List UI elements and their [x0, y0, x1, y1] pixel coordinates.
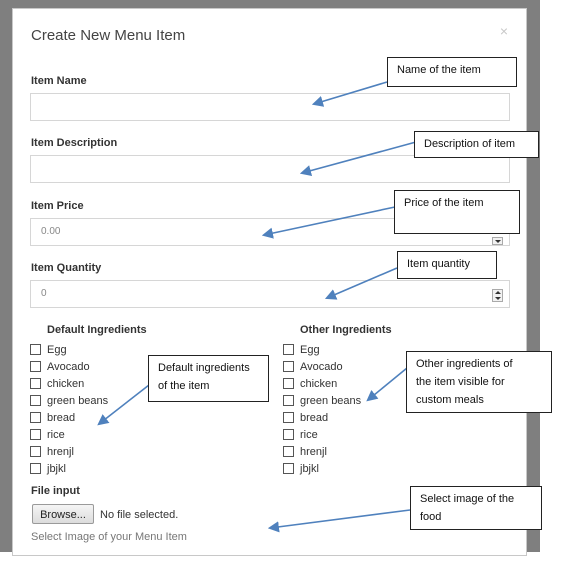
other-ingredient-row[interactable]: Avocado	[283, 359, 343, 374]
callout-image: Select image of the food	[410, 486, 542, 530]
item-name-input[interactable]	[30, 93, 510, 121]
other-ingredient-label: Avocado	[300, 360, 343, 373]
other-ingredients-heading: Other Ingredients	[300, 324, 392, 336]
default-ingredient-label: Avocado	[47, 360, 90, 373]
other-ingredient-row[interactable]: green beans	[283, 393, 361, 408]
create-menu-item-modal: Create New Menu Item × Item Name Item De…	[12, 8, 527, 556]
other-ingredient-checkbox[interactable]	[283, 344, 294, 355]
callout-other-line-1: Other ingredients of	[416, 358, 513, 370]
default-ingredients-heading: Default Ingredients	[47, 324, 147, 336]
other-ingredient-label: bread	[300, 411, 329, 424]
default-ingredient-label: bread	[47, 411, 76, 424]
default-ingredient-label: hrenjl	[47, 445, 74, 458]
other-ingredient-row[interactable]: hrenjl	[283, 444, 327, 459]
default-ingredient-label: green beans	[47, 394, 109, 407]
price-stepper-icon[interactable]	[492, 237, 503, 245]
default-ingredient-checkbox[interactable]	[30, 361, 41, 372]
other-ingredient-label: rice	[300, 428, 318, 441]
item-name-label: Item Name	[31, 75, 87, 87]
other-ingredient-row[interactable]: rice	[283, 427, 318, 442]
default-ingredient-row[interactable]: Avocado	[30, 359, 90, 374]
other-ingredient-checkbox[interactable]	[283, 378, 294, 389]
callout-other-ingredients: Other ingredients of the item visible fo…	[406, 351, 552, 413]
other-ingredient-checkbox[interactable]	[283, 463, 294, 474]
default-ingredient-row[interactable]: green beans	[30, 393, 108, 408]
other-ingredient-row[interactable]: jbjkl	[283, 461, 319, 476]
callout-default-ingredients: Default ingredients of the item	[148, 355, 269, 402]
callout-other-line-2: the item visible for	[416, 376, 505, 388]
browse-button[interactable]: Browse...	[32, 504, 94, 524]
default-ingredient-label: Egg	[47, 343, 67, 356]
other-ingredient-checkbox[interactable]	[283, 429, 294, 440]
other-ingredient-label: chicken	[300, 377, 338, 390]
default-ingredient-checkbox[interactable]	[30, 412, 41, 423]
file-status: No file selected.	[100, 509, 179, 521]
callout-description: Description of item	[414, 131, 539, 158]
default-ingredient-checkbox[interactable]	[30, 446, 41, 457]
item-description-input[interactable]	[30, 155, 510, 183]
item-quantity-input[interactable]: 0	[30, 280, 510, 308]
other-ingredient-checkbox[interactable]	[283, 361, 294, 372]
default-ingredient-row[interactable]: chicken	[30, 376, 84, 391]
default-ingredient-row[interactable]: hrenjl	[30, 444, 74, 459]
other-ingredient-label: Egg	[300, 343, 320, 356]
file-help-text: Select Image of your Menu Item	[31, 531, 187, 543]
other-ingredient-row[interactable]: chicken	[283, 376, 337, 391]
callout-default-line-1: Default ingredients	[158, 362, 250, 374]
callout-price: Price of the item	[394, 190, 520, 234]
other-ingredient-row[interactable]: bread	[283, 410, 328, 425]
modal-title: Create New Menu Item	[31, 27, 186, 44]
default-ingredient-checkbox[interactable]	[30, 429, 41, 440]
default-ingredient-row[interactable]: Egg	[30, 342, 67, 357]
callout-image-line-1: Select image of the	[420, 493, 515, 505]
item-quantity-label: Item Quantity	[31, 262, 102, 274]
default-ingredient-row[interactable]: bread	[30, 410, 75, 425]
callout-quantity: Item quantity	[397, 251, 497, 279]
file-input-label: File input	[31, 485, 80, 497]
close-icon[interactable]: ×	[500, 23, 508, 39]
default-ingredient-checkbox[interactable]	[30, 378, 41, 389]
default-ingredient-label: jbjkl	[47, 462, 66, 475]
item-price-label: Item Price	[31, 200, 84, 212]
item-description-label: Item Description	[31, 137, 118, 149]
default-ingredient-checkbox[interactable]	[30, 344, 41, 355]
other-ingredient-row[interactable]: Egg	[283, 342, 320, 357]
callout-image-line-2: food	[420, 511, 442, 523]
default-ingredient-row[interactable]: rice	[30, 427, 65, 442]
default-ingredient-row[interactable]: jbjkl	[30, 461, 66, 476]
default-ingredient-checkbox[interactable]	[30, 463, 41, 474]
item-quantity-placeholder: 0	[41, 288, 47, 299]
other-ingredient-checkbox[interactable]	[283, 412, 294, 423]
other-ingredient-label: green beans	[300, 394, 362, 407]
callout-name: Name of the item	[387, 57, 517, 87]
item-price-placeholder: 0.00	[41, 226, 61, 237]
other-ingredient-checkbox[interactable]	[283, 395, 294, 406]
other-ingredient-label: jbjkl	[300, 462, 319, 475]
default-ingredient-label: rice	[47, 428, 65, 441]
callout-other-line-3: custom meals	[416, 394, 484, 406]
other-ingredient-checkbox[interactable]	[283, 446, 294, 457]
default-ingredient-label: chicken	[47, 377, 85, 390]
default-ingredient-checkbox[interactable]	[30, 395, 41, 406]
quantity-stepper-icon[interactable]	[492, 289, 503, 302]
callout-default-line-2: of the item	[158, 380, 210, 392]
other-ingredient-label: hrenjl	[300, 445, 327, 458]
